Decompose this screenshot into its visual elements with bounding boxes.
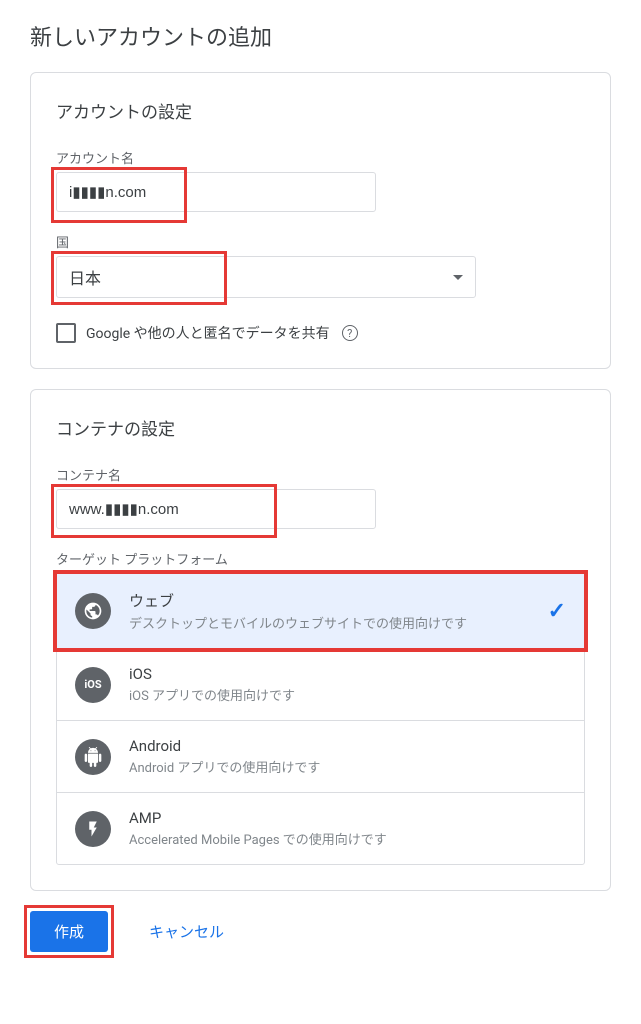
platform-name: ウェブ — [129, 590, 548, 611]
country-select[interactable]: 日本 — [56, 256, 476, 298]
check-icon: ✓ — [548, 599, 566, 624]
web-icon — [75, 593, 111, 629]
platform-list: ウェブ デスクトップとモバイルのウェブサイトでの使用向けです ✓ iOS iOS… — [56, 573, 585, 865]
account-settings-card: アカウントの設定 アカウント名 国 日本 Google や他の人と匿名でデータを… — [30, 72, 611, 369]
ios-icon: iOS — [75, 667, 111, 703]
account-name-label: アカウント名 — [56, 148, 585, 167]
platform-desc: Android アプリでの使用向けです — [129, 757, 566, 776]
container-section-title: コンテナの設定 — [56, 415, 585, 440]
container-name-label: コンテナ名 — [56, 465, 585, 484]
platform-name: AMP — [129, 809, 566, 827]
country-label: 国 — [56, 232, 585, 251]
android-icon — [75, 739, 111, 775]
share-data-label: Google や他の人と匿名でデータを共有 — [86, 323, 330, 343]
page-title: 新しいアカウントの追加 — [30, 20, 611, 52]
create-button[interactable]: 作成 — [30, 911, 108, 952]
platform-desc: iOS アプリでの使用向けです — [129, 685, 566, 704]
platform-name: Android — [129, 737, 566, 755]
container-settings-card: コンテナの設定 コンテナ名 ターゲット プラットフォーム ウェブ デスクトップと… — [30, 389, 611, 891]
platform-item-ios[interactable]: iOS iOS iOS アプリでの使用向けです — [57, 649, 584, 721]
help-icon[interactable]: ? — [342, 325, 358, 341]
chevron-down-icon — [453, 275, 463, 280]
platform-item-amp[interactable]: AMP Accelerated Mobile Pages での使用向けです — [57, 793, 584, 864]
account-section-title: アカウントの設定 — [56, 98, 585, 123]
cancel-button[interactable]: キャンセル — [133, 911, 240, 952]
amp-icon — [75, 811, 111, 847]
share-data-checkbox[interactable] — [56, 323, 76, 343]
country-value: 日本 — [69, 265, 101, 289]
platform-label: ターゲット プラットフォーム — [56, 549, 585, 568]
platform-name: iOS — [129, 665, 566, 683]
account-name-input[interactable] — [56, 172, 376, 212]
platform-item-web[interactable]: ウェブ デスクトップとモバイルのウェブサイトでの使用向けです ✓ — [57, 574, 584, 649]
platform-desc: デスクトップとモバイルのウェブサイトでの使用向けです — [129, 613, 548, 632]
platform-item-android[interactable]: Android Android アプリでの使用向けです — [57, 721, 584, 793]
container-name-input[interactable] — [56, 489, 376, 529]
platform-desc: Accelerated Mobile Pages での使用向けです — [129, 829, 566, 848]
